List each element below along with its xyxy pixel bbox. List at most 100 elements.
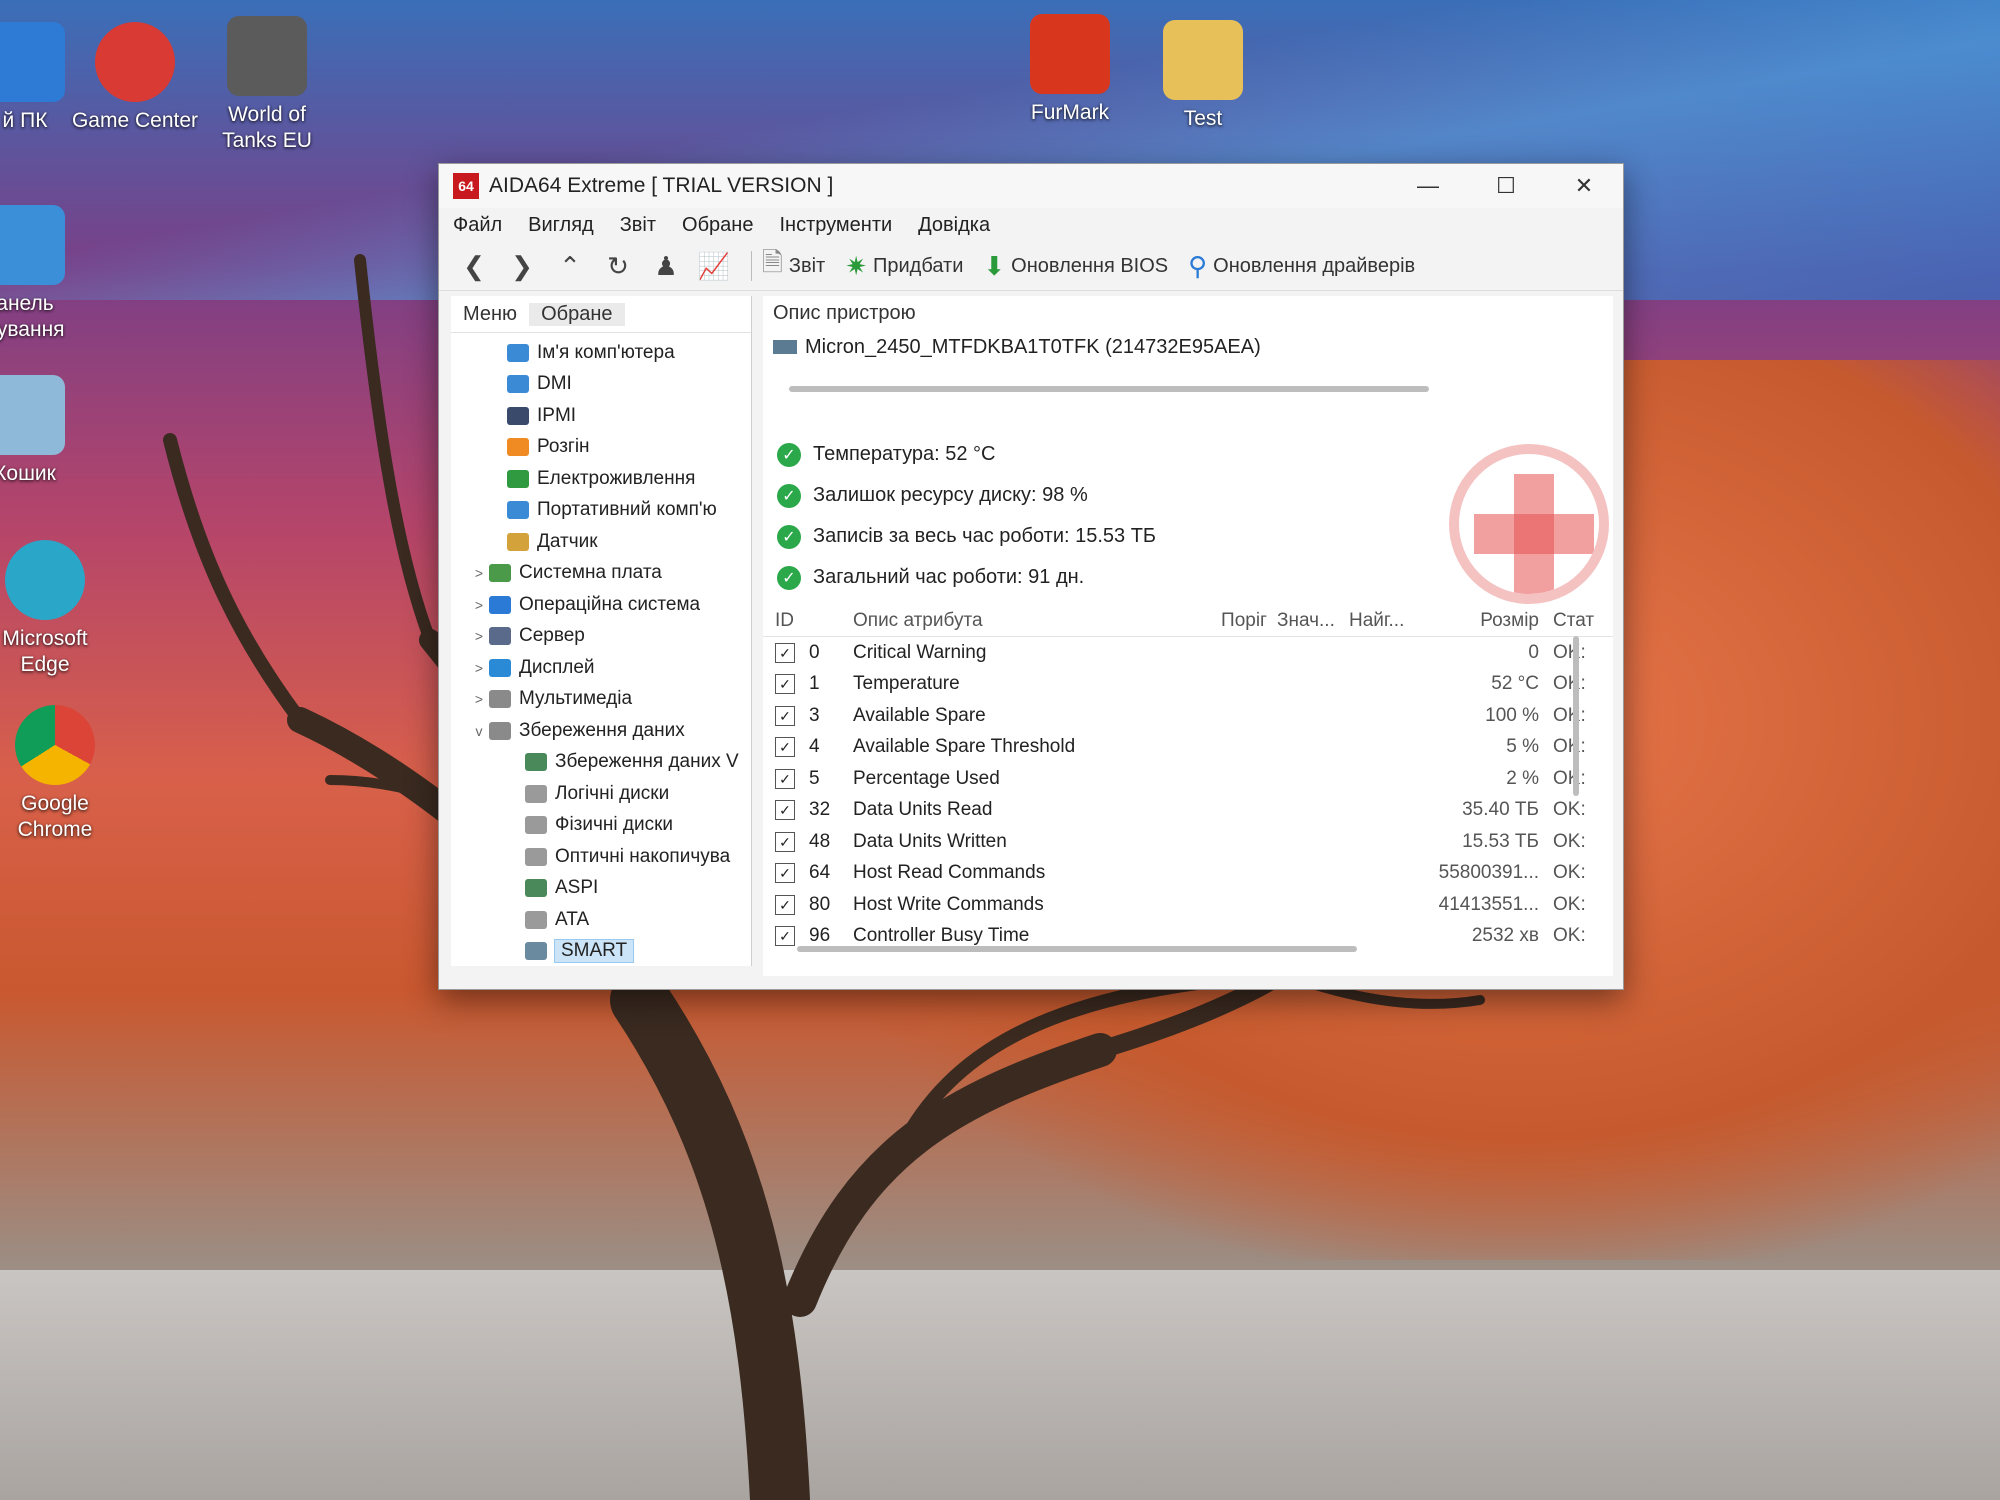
tree-item[interactable]: ATA: [451, 904, 751, 936]
menu-file[interactable]: Файл: [453, 214, 502, 237]
row-checkbox[interactable]: ✓: [763, 894, 809, 915]
device-list-item[interactable]: Micron_2450_MTFDKBA1T0TFK (214732E95AEA): [763, 330, 1613, 364]
expander-chevron-icon[interactable]: v: [469, 723, 489, 739]
desktop-icon-chrome[interactable]: Google Chrome: [0, 705, 120, 843]
column-header-description[interactable]: Опис атрибута: [853, 610, 1183, 632]
row-checkbox[interactable]: ✓: [763, 800, 809, 821]
column-header-status[interactable]: Стат: [1553, 610, 1603, 632]
column-header-value[interactable]: Знач...: [1277, 610, 1349, 632]
attribute-id: 96: [809, 925, 831, 947]
tree-item[interactable]: Логічні диски: [451, 778, 751, 810]
table-row[interactable]: ✓ 32 Data Units Read 35.40 ТБ OK:: [763, 795, 1613, 827]
desktop-icon-game-center[interactable]: Game Center: [70, 22, 200, 134]
column-header-threshold[interactable]: Поріг: [1183, 610, 1277, 632]
refresh-icon[interactable]: ↻: [597, 246, 639, 286]
desktop-icon-world-of-tanks[interactable]: World of Tanks EU: [202, 16, 332, 154]
desktop-icon-test-folder[interactable]: Test: [1138, 20, 1268, 132]
tab-favorites[interactable]: Обране: [529, 302, 625, 326]
row-checkbox[interactable]: ✓: [763, 674, 809, 695]
row-checkbox[interactable]: ✓: [763, 705, 809, 726]
attribute-description: Data Units Written: [853, 830, 1007, 852]
maximize-button[interactable]: ☐: [1467, 164, 1545, 208]
buy-button[interactable]: ✷ Придбати: [845, 251, 963, 282]
column-header-worst[interactable]: Найг...: [1349, 610, 1419, 632]
tree-item[interactable]: v Збереження даних: [451, 715, 751, 747]
tab-menu[interactable]: Меню: [451, 303, 529, 326]
tree-item[interactable]: > Сервер: [451, 621, 751, 653]
chart-icon[interactable]: 📈: [693, 246, 735, 286]
minimize-button[interactable]: —: [1389, 164, 1467, 208]
row-checkbox[interactable]: ✓: [763, 863, 809, 884]
row-checkbox[interactable]: ✓: [763, 831, 809, 852]
tree-item[interactable]: Ім'я комп'ютера: [451, 337, 751, 369]
table-row[interactable]: ✓ 3 Available Spare 100 % OK:: [763, 700, 1613, 732]
expander-chevron-icon[interactable]: >: [469, 597, 489, 613]
bios-update-button[interactable]: ⬇ Оновлення BIOS: [983, 251, 1168, 282]
table-row[interactable]: ✓ 4 Available Spare Threshold 5 % OK:: [763, 732, 1613, 764]
aida64-window: 64 AIDA64 Extreme [ TRIAL VERSION ] — ☐ …: [438, 163, 1624, 990]
row-checkbox[interactable]: ✓: [763, 737, 809, 758]
expander-chevron-icon[interactable]: >: [469, 628, 489, 644]
desktop-icon-furmark[interactable]: FurMark: [1005, 14, 1135, 126]
tree-item[interactable]: ASPI: [451, 873, 751, 905]
forward-icon[interactable]: ❯: [501, 246, 543, 286]
tree-item-label: DMI: [537, 373, 572, 395]
tree-item[interactable]: Електроживлення: [451, 463, 751, 495]
toolbar-separator: [751, 251, 752, 281]
health-status: ✓ Температура: 52 °C ✓ Залишок ресурсу д…: [763, 434, 1613, 604]
menu-report[interactable]: Звіт: [620, 214, 656, 237]
row-checkbox[interactable]: ✓: [763, 768, 809, 789]
attribute-status: OK:: [1553, 830, 1586, 852]
menu-tools[interactable]: Інструменти: [779, 214, 892, 237]
menu-help[interactable]: Довідка: [918, 214, 990, 237]
tree-item[interactable]: > Мультимедіа: [451, 684, 751, 716]
desktop-icon-edge[interactable]: Microsoft Edge: [0, 540, 110, 678]
title-bar[interactable]: 64 AIDA64 Extreme [ TRIAL VERSION ] — ☐ …: [439, 164, 1623, 208]
tree-item[interactable]: IPMI: [451, 400, 751, 432]
tree-item[interactable]: Портативний комп'ю: [451, 495, 751, 527]
tree-item[interactable]: Збереження даних V: [451, 747, 751, 779]
tree-item[interactable]: > Системна плата: [451, 558, 751, 590]
table-horizontal-scrollbar[interactable]: [797, 946, 1357, 952]
table-row[interactable]: ✓ 48 Data Units Written 15.53 ТБ OK:: [763, 826, 1613, 858]
edge-icon: [5, 540, 85, 620]
expander-chevron-icon[interactable]: >: [469, 691, 489, 707]
navigation-pane: Меню Обране Ім'я комп'ютера DMI IPMI Розгін…: [451, 296, 752, 966]
menu-favorites[interactable]: Обране: [682, 214, 753, 237]
desktop-icon-label: Кошик: [0, 462, 56, 485]
tree-item[interactable]: > Операційна система: [451, 589, 751, 621]
tree-item-label: Фізичні диски: [555, 814, 674, 836]
tree-item[interactable]: Фізичні диски: [451, 810, 751, 842]
driver-update-button[interactable]: ⚲ Оновлення драйверів: [1188, 251, 1415, 282]
tree-item[interactable]: > Дисплей: [451, 652, 751, 684]
table-row[interactable]: ✓ 0 Critical Warning 0 OK:: [763, 637, 1613, 669]
expander-chevron-icon[interactable]: >: [469, 565, 489, 581]
device-name: Micron_2450_MTFDKBA1T0TFK (214732E95AEA): [805, 335, 1261, 358]
tree-item[interactable]: Датчик: [451, 526, 751, 558]
user-icon[interactable]: ♟: [645, 246, 687, 286]
table-row[interactable]: ✓ 64 Host Read Commands 55800391... OK:: [763, 858, 1613, 890]
tree-item[interactable]: Оптичні накопичува: [451, 841, 751, 873]
menu-view[interactable]: Вигляд: [528, 214, 594, 237]
table-row[interactable]: ✓ 5 Percentage Used 2 % OK:: [763, 763, 1613, 795]
desktop-icon-control-panel[interactable]: анель рування: [0, 205, 90, 343]
table-row[interactable]: ✓ 1 Temperature 52 °C OK:: [763, 669, 1613, 701]
vertical-scrollbar[interactable]: [1573, 636, 1579, 796]
up-icon[interactable]: ⌃: [549, 246, 591, 286]
check-icon: ✓: [777, 565, 801, 590]
report-button[interactable]: 🗎 Звіт: [762, 244, 825, 288]
expander-chevron-icon[interactable]: >: [469, 660, 489, 676]
back-icon[interactable]: ❮: [453, 246, 495, 286]
desktop-icon-recycle-bin[interactable]: Кошик: [0, 375, 90, 487]
tree-item[interactable]: DMI: [451, 369, 751, 401]
row-checkbox[interactable]: ✓: [763, 642, 809, 663]
column-header-raw[interactable]: Розмір: [1419, 610, 1553, 632]
close-button[interactable]: ✕: [1545, 164, 1623, 208]
horizontal-scrollbar[interactable]: [789, 386, 1429, 392]
tree-item[interactable]: Розгін: [451, 432, 751, 464]
attribute-id: 0: [809, 641, 820, 663]
column-header-id[interactable]: ID: [763, 610, 809, 632]
table-row[interactable]: ✓ 80 Host Write Commands 41413551... OK:: [763, 889, 1613, 921]
tree-item[interactable]: SMART: [451, 936, 751, 968]
row-checkbox[interactable]: ✓: [763, 926, 809, 947]
